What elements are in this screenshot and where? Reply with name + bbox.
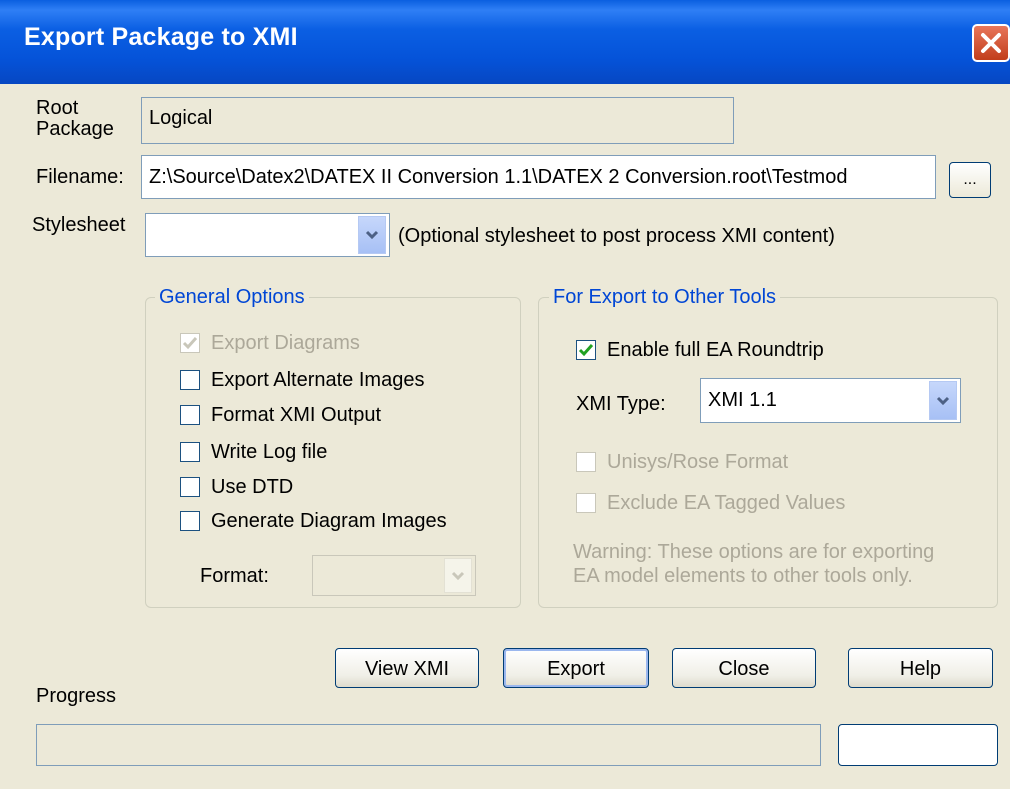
browse-button[interactable]: ...	[949, 162, 991, 198]
enable-roundtrip-label: Enable full EA Roundtrip	[607, 339, 824, 361]
progress-status-box	[838, 724, 998, 766]
checkmark-icon	[182, 337, 198, 350]
format-xmi-output-label: Format XMI Output	[211, 404, 382, 426]
progress-label: Progress	[36, 685, 117, 707]
checkmark-icon	[578, 344, 594, 357]
format-dropdown-button[interactable]	[444, 558, 472, 593]
write-log-file-label: Write Log file	[211, 441, 328, 463]
xmi-type-label: XMI Type:	[576, 393, 666, 415]
close-button[interactable]: Close	[672, 648, 816, 688]
help-button[interactable]: Help	[848, 648, 993, 688]
window-title: Export Package to XMI	[24, 23, 298, 51]
close-icon	[981, 33, 1001, 53]
stylesheet-select[interactable]	[145, 213, 390, 257]
exclude-tagged-values-label: Exclude EA Tagged Values	[607, 492, 846, 514]
export-button[interactable]: Export	[503, 648, 649, 688]
chevron-down-icon	[365, 230, 379, 240]
unisys-rose-format-label: Unisys/Rose Format	[607, 451, 789, 473]
filename-input[interactable]: Z:\Source\Datex2\DATEX II Conversion 1.1…	[141, 155, 936, 199]
stylesheet-dropdown-button[interactable]	[358, 216, 386, 254]
root-package-label: Root Package	[36, 97, 114, 140]
export-diagrams-checkbox[interactable]	[180, 333, 200, 353]
generate-diagram-images-label: Generate Diagram Images	[211, 510, 447, 532]
format-label: Format:	[200, 565, 269, 587]
enable-roundtrip-checkbox[interactable]	[576, 340, 596, 360]
export-xmi-dialog: Export Package to XMI Root Package Logic…	[0, 0, 1010, 789]
chevron-down-icon	[936, 396, 950, 406]
title-bar[interactable]: Export Package to XMI	[0, 0, 1010, 84]
export-alternate-images-checkbox[interactable]	[180, 370, 200, 390]
chevron-down-icon	[451, 571, 465, 581]
write-log-file-checkbox[interactable]	[180, 442, 200, 462]
root-package-field: Logical	[141, 97, 734, 144]
warning-line-1: Warning: These options are for exporting	[573, 541, 935, 563]
view-xmi-button[interactable]: View XMI	[335, 648, 479, 688]
progress-bar	[36, 724, 821, 766]
generate-diagram-images-checkbox[interactable]	[180, 511, 200, 531]
unisys-rose-format-checkbox[interactable]	[576, 452, 596, 472]
use-dtd-checkbox[interactable]	[180, 477, 200, 497]
filename-label: Filename:	[36, 166, 124, 188]
export-diagrams-label: Export Diagrams	[211, 332, 360, 354]
warning-line-2: EA model elements to other tools only.	[573, 565, 913, 587]
format-xmi-output-checkbox[interactable]	[180, 405, 200, 425]
export-alternate-images-label: Export Alternate Images	[211, 369, 425, 391]
xmi-type-select[interactable]: XMI 1.1	[700, 378, 961, 423]
stylesheet-label: Stylesheet	[32, 214, 126, 236]
general-options-title: General Options	[155, 286, 309, 309]
other-tools-title: For Export to Other Tools	[549, 286, 781, 309]
xmi-type-dropdown-button[interactable]	[929, 381, 957, 420]
close-window-button[interactable]	[972, 24, 1010, 62]
exclude-tagged-values-checkbox[interactable]	[576, 493, 596, 513]
use-dtd-label: Use DTD	[211, 476, 294, 498]
stylesheet-hint: (Optional stylesheet to post process XMI…	[398, 225, 835, 247]
